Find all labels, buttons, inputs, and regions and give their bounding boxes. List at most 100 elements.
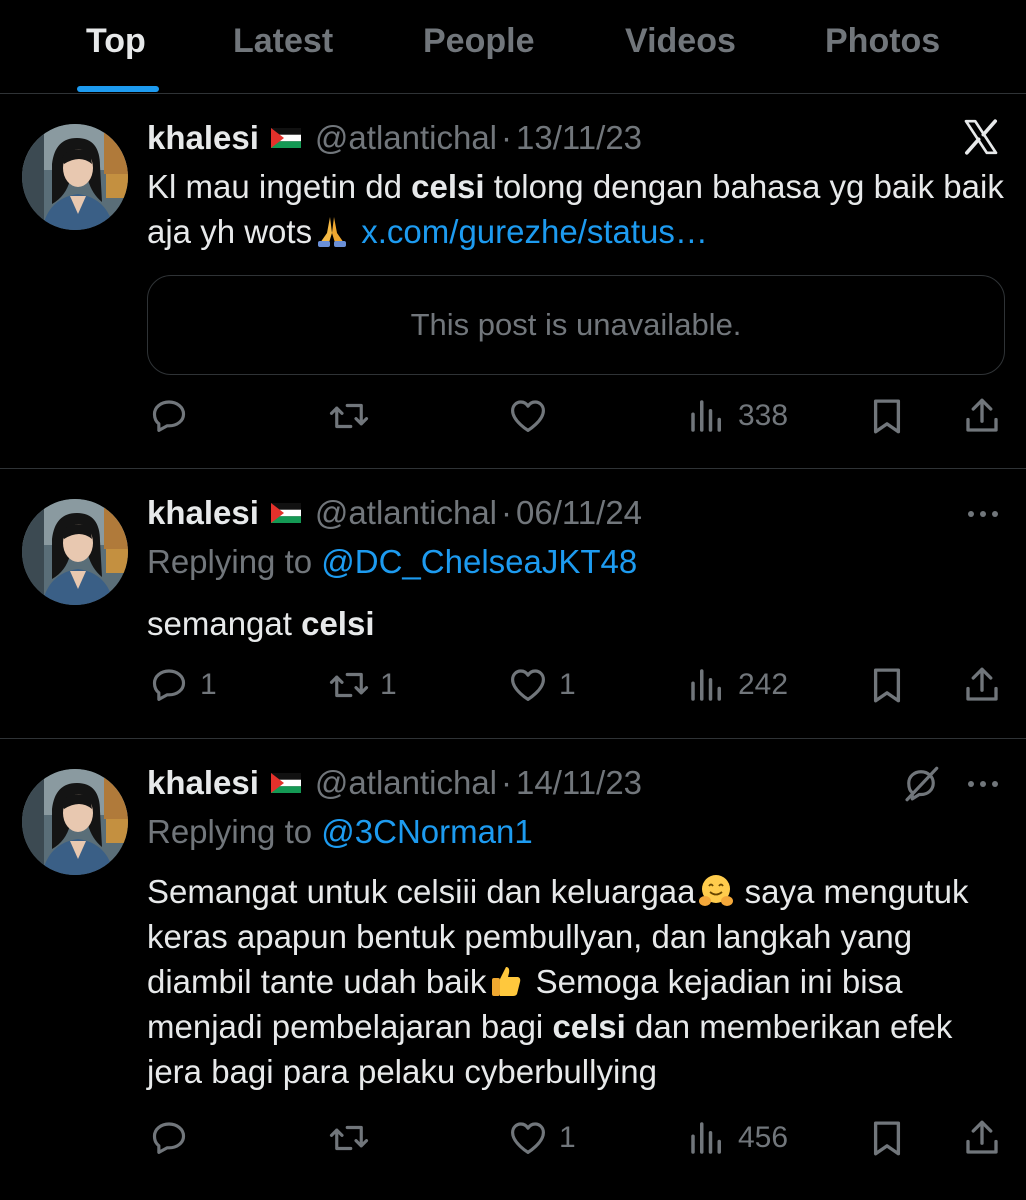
share-button[interactable] <box>961 1114 1003 1162</box>
tab-photos[interactable]: Photos <box>825 22 940 61</box>
post-actions: 1 456 <box>0 1114 1026 1162</box>
post-date[interactable]: 06/11/24 <box>516 494 642 532</box>
reply-count: 1 <box>200 668 217 701</box>
display-name[interactable]: khalesi <box>147 119 259 157</box>
replying-to-handle[interactable]: @DC_ChelseaJKT48 <box>321 543 637 580</box>
avatar[interactable] <box>22 769 128 875</box>
views-button[interactable]: 456 <box>686 1114 788 1162</box>
views-icon <box>686 1117 728 1159</box>
separator-dot: · <box>501 764 513 801</box>
repost-button[interactable] <box>328 1114 380 1162</box>
share-button[interactable] <box>961 392 1003 440</box>
separator-dot: · <box>501 119 513 156</box>
share-icon <box>961 395 1003 437</box>
active-tab-indicator <box>77 86 159 92</box>
repost-button[interactable]: 1 <box>328 661 397 709</box>
post[interactable]: khalesi @atlantichal · 14/11/23 Replying… <box>0 739 1026 1200</box>
views-count: 338 <box>738 399 789 432</box>
views-icon <box>686 664 728 706</box>
more-options-icon[interactable] <box>966 777 1000 791</box>
username[interactable]: @atlantichal <box>315 494 497 532</box>
bookmark-button[interactable] <box>866 392 908 440</box>
share-icon <box>961 664 1003 706</box>
post-text: Kl mau ingetin dd celsi tolong dengan ba… <box>147 164 1007 254</box>
post-header: khalesi @atlantichal · 06/11/24 <box>147 493 642 533</box>
post-text-part: Semangat untuk celsiii dan keluargaa <box>147 873 696 910</box>
repost-icon <box>328 664 370 706</box>
share-icon <box>961 1117 1003 1159</box>
bookmark-button[interactable] <box>866 1114 908 1162</box>
like-count: 1 <box>559 668 576 701</box>
highlighted-keyword: celsi <box>552 1008 626 1045</box>
replying-to-handle[interactable]: @3CNorman1 <box>321 813 532 850</box>
username[interactable]: @atlantichal <box>315 764 497 802</box>
like-button[interactable]: 1 <box>507 661 576 709</box>
thumbs-up-emoji-icon <box>488 963 524 999</box>
palestine-flag-icon <box>271 773 301 793</box>
highlighted-keyword: celsi <box>301 605 375 642</box>
post-date[interactable]: 13/11/23 <box>516 119 642 157</box>
views-button[interactable]: 338 <box>686 392 788 440</box>
replying-to: Replying to @3CNorman1 <box>147 813 533 851</box>
post-text-part: Kl mau ingetin dd <box>147 168 412 205</box>
replying-to-label: Replying to <box>147 543 322 580</box>
bookmark-icon <box>866 395 908 437</box>
repost-icon <box>328 395 370 437</box>
like-button[interactable]: 1 <box>507 1114 576 1162</box>
post-actions: 338 <box>0 392 1026 440</box>
post-header: khalesi @atlantichal · 13/11/23 <box>147 118 642 158</box>
post[interactable]: khalesi @atlantichal · 06/11/24 Replying… <box>0 469 1026 739</box>
x-logo-icon[interactable] <box>961 117 1001 157</box>
post-actions: 1 1 1 242 <box>0 661 1026 709</box>
display-name[interactable]: khalesi <box>147 764 259 802</box>
folded-hands-emoji-icon <box>314 213 350 249</box>
post-text: semangat celsi <box>147 601 1007 646</box>
reply-icon <box>148 1117 190 1159</box>
repost-button[interactable] <box>328 392 380 440</box>
tab-videos[interactable]: Videos <box>625 22 736 61</box>
post-link[interactable]: x.com/gurezhe/status… <box>361 213 708 250</box>
heart-icon <box>507 395 549 437</box>
bookmark-button[interactable] <box>866 661 908 709</box>
views-button[interactable]: 242 <box>686 661 788 709</box>
replying-to-label: Replying to <box>147 813 322 850</box>
reply-icon <box>148 395 190 437</box>
hugging-face-emoji-icon <box>698 873 734 909</box>
share-button[interactable] <box>961 661 1003 709</box>
palestine-flag-icon <box>271 128 301 148</box>
tab-people[interactable]: People <box>423 22 534 61</box>
views-count: 456 <box>738 1121 789 1154</box>
reply-icon <box>148 664 190 706</box>
heart-icon <box>507 664 549 706</box>
palestine-flag-icon <box>271 503 301 523</box>
display-name[interactable]: khalesi <box>147 494 259 532</box>
post[interactable]: khalesi @atlantichal · 13/11/23 Kl mau i… <box>0 94 1026 469</box>
avatar[interactable] <box>22 124 128 230</box>
heart-icon <box>507 1117 549 1159</box>
post-date[interactable]: 14/11/23 <box>516 764 642 802</box>
reply-button[interactable] <box>148 1114 200 1162</box>
replying-to: Replying to @DC_ChelseaJKT48 <box>147 543 637 581</box>
post-text: Semangat untuk celsiii dan keluargaa say… <box>147 869 1007 1094</box>
reply-button[interactable] <box>148 392 200 440</box>
more-options-icon[interactable] <box>966 507 1000 521</box>
reply-button[interactable]: 1 <box>148 661 217 709</box>
views-count: 242 <box>738 668 789 701</box>
search-tabs: Top Latest People Videos Photos <box>0 0 1026 94</box>
bookmark-icon <box>866 1117 908 1159</box>
avatar[interactable] <box>22 499 128 605</box>
bookmark-icon <box>866 664 908 706</box>
like-button[interactable] <box>507 392 559 440</box>
muted-conversation-icon[interactable] <box>900 763 942 805</box>
repost-count: 1 <box>380 668 397 701</box>
repost-icon <box>328 1117 370 1159</box>
tab-latest[interactable]: Latest <box>233 22 333 61</box>
like-count: 1 <box>559 1121 576 1154</box>
unavailable-quoted-post: This post is unavailable. <box>147 275 1005 375</box>
highlighted-keyword: celsi <box>411 168 485 205</box>
post-header: khalesi @atlantichal · 14/11/23 <box>147 763 642 803</box>
tab-top[interactable]: Top <box>86 22 146 61</box>
username[interactable]: @atlantichal <box>315 119 497 157</box>
separator-dot: · <box>501 494 513 531</box>
views-icon <box>686 395 728 437</box>
